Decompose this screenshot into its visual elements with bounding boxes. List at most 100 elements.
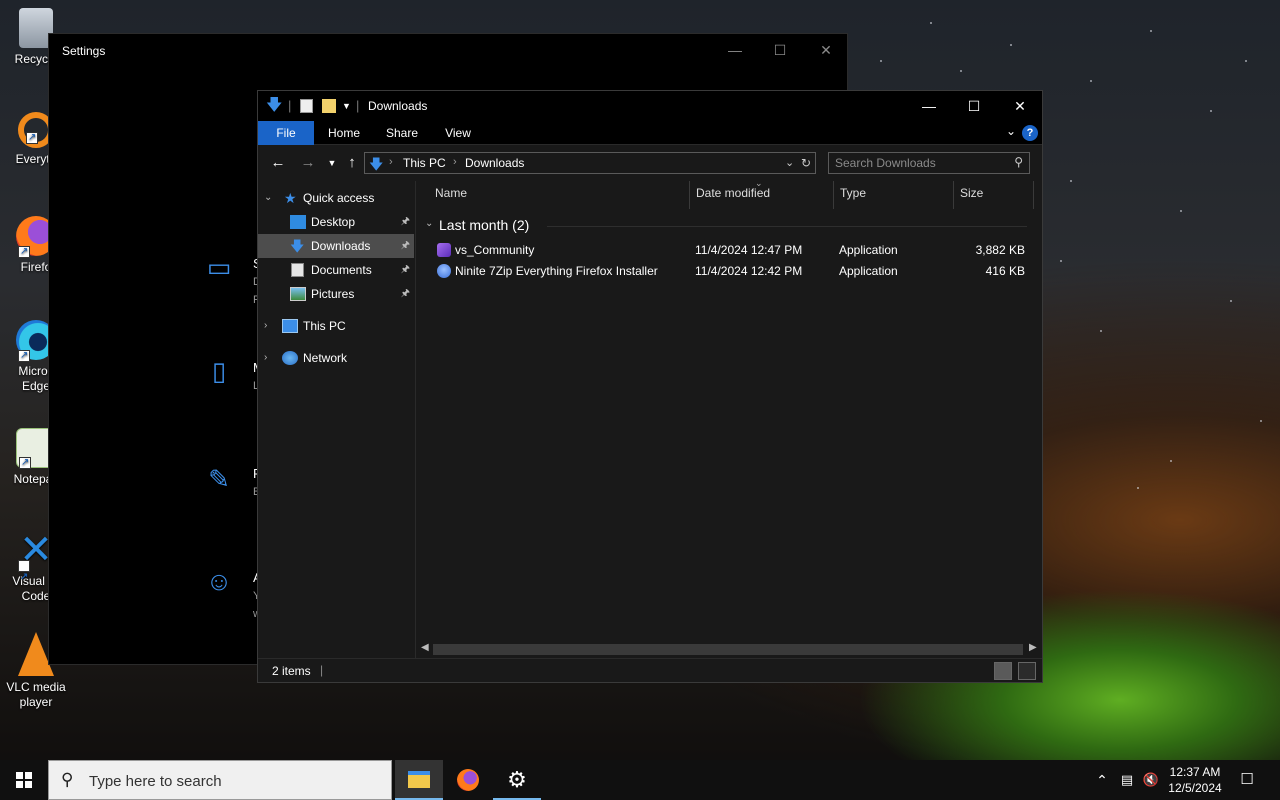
laptop-icon[interactable]: ▭ <box>204 252 234 282</box>
clock-time: 12:37 AM <box>1169 765 1221 779</box>
group-divider <box>547 226 1027 227</box>
taskbar-file-explorer[interactable] <box>395 760 443 800</box>
settings-maximize-button[interactable]: ☐ <box>765 40 795 60</box>
minimize-button[interactable]: — <box>906 91 952 121</box>
phone-icon[interactable]: ▯ <box>204 356 234 386</box>
ribbon: File Home Share View ⌄ ? <box>258 121 1042 145</box>
properties-icon[interactable] <box>300 99 313 113</box>
pen-tablet-icon[interactable]: ✎ <box>204 464 234 494</box>
pin-icon[interactable]: 🖈 <box>401 210 410 234</box>
network-icon <box>282 351 298 365</box>
address-bar[interactable]: 🡇 › This PC › Downloads ⌄ ↻ <box>364 152 816 174</box>
nav-quick-access[interactable]: ⌄ ★ Quick access <box>258 186 414 210</box>
column-header-size[interactable]: Size <box>954 181 1034 209</box>
nav-network[interactable]: › Network <box>258 346 414 370</box>
taskbar-settings[interactable]: ⚙ <box>493 760 541 800</box>
scrollbar-thumb[interactable] <box>433 644 1023 655</box>
explorer-titlebar[interactable]: 🡇 | ▼ | Downloads — ☐ ✕ <box>258 91 1042 121</box>
column-header-type[interactable]: Type <box>834 181 954 209</box>
network-status-icon[interactable]: ▤ <box>1116 760 1138 800</box>
file-explorer-window[interactable]: 🡇 | ▼ | Downloads — ☐ ✕ File Home Share … <box>257 90 1043 683</box>
group-header[interactable]: Last month (2) <box>439 217 529 233</box>
nav-item-documents[interactable]: Documents 🖈 <box>258 258 414 282</box>
volume-muted-icon[interactable]: 🔇 <box>1140 760 1162 800</box>
settings-minimize-button[interactable]: — <box>720 40 750 60</box>
navigation-bar: ← → ▼ ↑ 🡇 › This PC › Downloads ⌄ ↻ ⚲ <box>258 146 1042 180</box>
person-icon[interactable]: ☺ <box>204 566 234 596</box>
file-date: 11/4/2024 12:42 PM <box>695 264 803 278</box>
collapse-chevron-icon[interactable]: ⌄ <box>264 186 272 210</box>
sort-chevron-icon: ⌄ <box>755 178 763 188</box>
file-list: Name Date modified ⌄ Type Size ⌄ Last mo… <box>417 178 1042 641</box>
tab-file[interactable]: File <box>258 121 314 145</box>
qat-separator: | <box>288 98 292 113</box>
file-type: Application <box>839 243 898 257</box>
breadcrumb-separator: › <box>453 156 457 168</box>
ribbon-expand-chevron-icon[interactable]: ⌄ <box>1006 124 1016 138</box>
scroll-right-arrow-icon[interactable]: ▶ <box>1029 642 1037 653</box>
search-input[interactable] <box>835 155 1005 171</box>
pin-icon[interactable]: 🖈 <box>401 234 410 258</box>
firefox-icon <box>457 769 479 791</box>
visual-studio-icon <box>437 243 451 257</box>
address-dropdown-chevron-icon[interactable]: ⌄ <box>785 156 794 169</box>
start-button[interactable] <box>0 760 48 800</box>
column-header-name[interactable]: Name <box>417 181 690 209</box>
file-row[interactable]: Ninite 7Zip Everything Firefox Installer… <box>417 261 1042 282</box>
taskbar-firefox[interactable] <box>444 760 492 800</box>
nav-item-desktop[interactable]: Desktop 🖈 <box>258 210 414 234</box>
qat-customize-chevron-icon[interactable]: ▼ <box>342 97 351 115</box>
breadcrumb-this-pc[interactable]: This PC <box>403 156 446 170</box>
show-hidden-icons-chevron-icon[interactable]: ⌃ <box>1092 760 1112 800</box>
item-count: 2 items <box>272 664 311 678</box>
settings-close-button[interactable]: ✕ <box>811 40 841 60</box>
scroll-left-arrow-icon[interactable]: ◀ <box>421 642 429 653</box>
breadcrumb-downloads[interactable]: Downloads <box>465 156 524 170</box>
status-separator: | <box>320 663 324 677</box>
system-clock[interactable]: 12:37 AM 12/5/2024 <box>1160 764 1230 796</box>
file-date: 11/4/2024 12:47 PM <box>695 243 803 257</box>
tab-share[interactable]: Share <box>378 121 426 145</box>
nav-this-pc[interactable]: › This PC <box>258 314 414 338</box>
file-name: vs_Community <box>455 243 535 257</box>
search-box[interactable]: ⚲ <box>828 152 1030 174</box>
tab-view[interactable]: View <box>434 121 482 145</box>
forward-arrow-icon[interactable]: → <box>298 154 318 172</box>
maximize-button[interactable]: ☐ <box>951 91 997 121</box>
notification-center-icon[interactable]: ☐ <box>1236 760 1258 800</box>
expand-chevron-icon[interactable]: › <box>264 314 267 338</box>
help-icon[interactable]: ? <box>1022 125 1038 141</box>
horizontal-scrollbar[interactable]: ◀ ▶ <box>417 641 1042 658</box>
recent-locations-chevron-icon[interactable]: ▼ <box>322 154 342 172</box>
tab-home[interactable]: Home <box>320 121 368 145</box>
expand-chevron-icon[interactable]: › <box>264 346 267 370</box>
file-type: Application <box>839 264 898 278</box>
clock-date: 12/5/2024 <box>1168 781 1222 795</box>
group-collapse-chevron-icon[interactable]: ⌄ <box>425 218 433 229</box>
close-button[interactable]: ✕ <box>997 91 1043 121</box>
details-view-button[interactable] <box>994 662 1012 680</box>
taskbar-search-input[interactable] <box>89 772 379 790</box>
taskbar-search[interactable]: ⚲ <box>48 760 392 800</box>
pin-icon[interactable]: 🖈 <box>401 282 410 306</box>
back-arrow-icon[interactable]: ← <box>268 154 288 172</box>
search-icon: ⚲ <box>1014 155 1023 169</box>
refresh-icon[interactable]: ↻ <box>801 156 811 170</box>
taskbar: ⚲ ⚙ ⌃ ▤ 🔇 12:37 AM 12/5/2024 ☐ <box>0 760 1280 800</box>
computer-icon <box>282 319 298 333</box>
windows-logo-icon <box>16 772 32 788</box>
file-name: Ninite 7Zip Everything Firefox Installer <box>455 264 658 278</box>
navigation-pane: ⌄ ★ Quick access Desktop 🖈 🡇 Downloads 🖈… <box>258 181 416 658</box>
file-row[interactable]: vs_Community 11/4/2024 12:47 PM Applicat… <box>417 240 1042 261</box>
status-bar: 2 items | <box>258 658 1042 682</box>
pin-icon[interactable]: 🖈 <box>401 258 410 282</box>
nav-item-pictures[interactable]: Pictures 🖈 <box>258 282 414 306</box>
window-title: Downloads <box>368 99 428 113</box>
large-icons-view-button[interactable] <box>1018 662 1036 680</box>
breadcrumb-separator: › <box>389 156 393 168</box>
file-explorer-icon <box>408 771 430 788</box>
new-folder-icon[interactable] <box>322 99 336 113</box>
up-arrow-icon[interactable]: ↑ <box>342 154 362 172</box>
downloads-location-icon: 🡇 <box>369 156 384 172</box>
nav-item-downloads[interactable]: 🡇 Downloads 🖈 <box>258 234 414 258</box>
